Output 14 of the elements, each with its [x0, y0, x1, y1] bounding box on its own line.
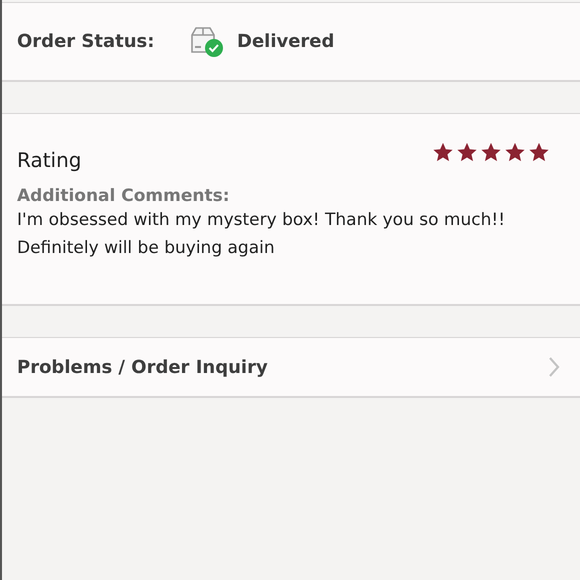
star-icon	[432, 142, 454, 163]
delivered-box-icon	[189, 26, 225, 58]
star-icon	[528, 142, 550, 163]
inquiry-row[interactable]: Problems / Order Inquiry	[2, 337, 580, 398]
star-icon	[480, 142, 502, 163]
star-icon	[456, 142, 478, 163]
comments-text: I'm obsessed with my mystery box! Thank you so much!! Definitely will be buying again	[17, 209, 506, 260]
chevron-right-icon	[548, 356, 560, 378]
star-icon	[504, 142, 526, 163]
rating-title: Rating	[17, 148, 82, 172]
comments-label: Additional Comments:	[17, 186, 231, 206]
status-label: Order Status:	[17, 31, 156, 52]
inquiry-label: Problems / Order Inquiry	[17, 356, 268, 378]
status-value: Delivered	[237, 31, 334, 52]
